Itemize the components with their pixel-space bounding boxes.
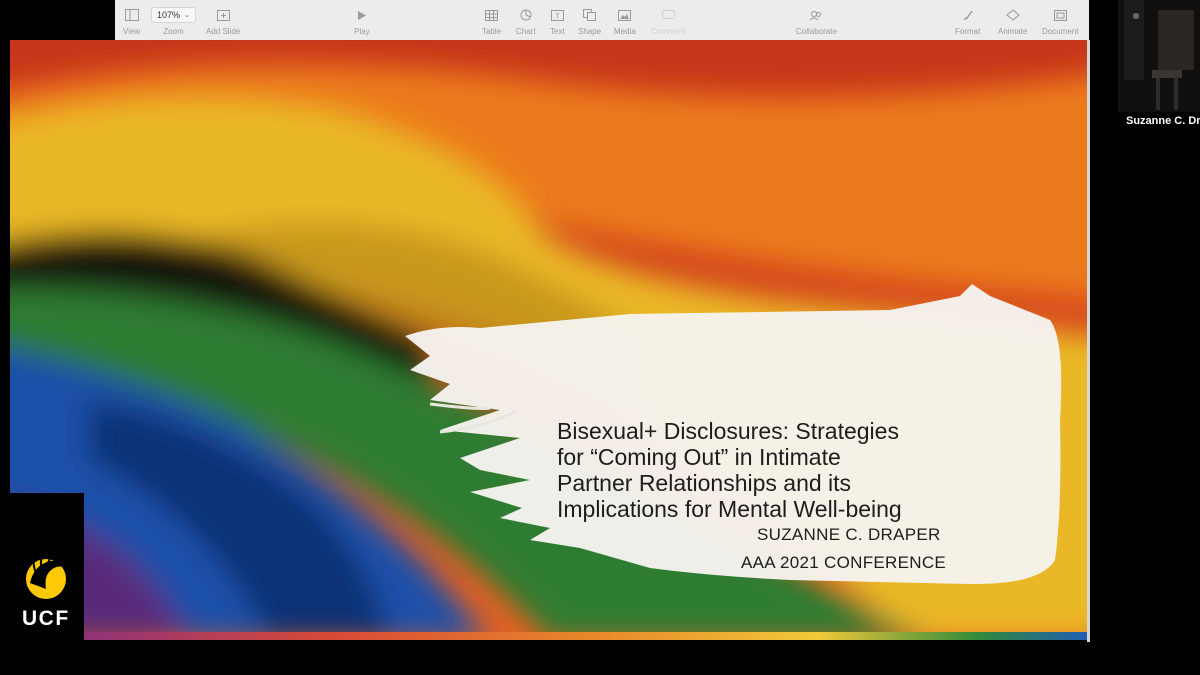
zoom-label: Zoom — [163, 27, 184, 36]
participant-video-feed — [1118, 0, 1200, 112]
svg-text:T: T — [555, 13, 560, 20]
view-button[interactable]: View — [123, 6, 140, 36]
comment-label: Comment — [651, 27, 686, 36]
zoom-select[interactable]: 107% ⌄ — [151, 7, 196, 23]
slide-edge — [1087, 40, 1090, 642]
shape-label: Shape — [578, 27, 602, 36]
chart-icon — [520, 6, 532, 24]
shape-icon — [583, 6, 597, 24]
text-label: Text — [550, 27, 565, 36]
participant-name-label: Suzanne C. Dr — [1126, 115, 1200, 127]
document-icon — [1053, 6, 1067, 24]
table-icon — [485, 6, 499, 24]
title-line: for “Coming Out” in Intimate — [557, 444, 841, 470]
title-line: Implications for Mental Well-being — [557, 496, 902, 522]
slide-canvas[interactable]: Bisexual+ Disclosures: Strategies for “C… — [10, 40, 1087, 640]
rainbow-flag-image — [10, 40, 1087, 640]
collaborate-label: Collaborate — [796, 27, 837, 36]
text-button[interactable]: T Text — [550, 6, 565, 36]
add-slide-icon — [216, 6, 230, 24]
format-button[interactable]: Format — [937, 4, 983, 36]
view-label: View — [123, 27, 141, 36]
slide-author[interactable]: SUZANNE C. DRAPER — [757, 525, 941, 545]
sidebar-icon — [124, 6, 139, 24]
format-selected-bg — [937, 4, 983, 21]
chart-label: Chart — [516, 27, 536, 36]
comment-button[interactable]: Comment — [651, 6, 686, 36]
text-box-icon: T — [550, 6, 564, 24]
keynote-toolbar: View 107% ⌄ Zoom Add Slide Play Table Ch… — [115, 0, 1089, 41]
table-label: Table — [482, 27, 502, 36]
title-line: Partner Relationships and its — [557, 470, 852, 496]
comment-icon — [661, 6, 675, 24]
play-button[interactable]: Play — [354, 6, 370, 36]
ucf-logo-text: UCF — [22, 607, 70, 630]
add-slide-button[interactable]: Add Slide — [206, 6, 240, 36]
zoom-value: 107% — [157, 10, 181, 20]
table-button[interactable]: Table — [482, 6, 501, 36]
chart-button[interactable]: Chart — [516, 6, 536, 36]
play-icon — [357, 6, 367, 24]
participant-video[interactable] — [1118, 0, 1200, 112]
format-label: Format — [955, 27, 981, 36]
collaborate-icon — [809, 6, 823, 24]
rainbow-strip — [10, 632, 1087, 640]
zoom-control[interactable]: 107% ⌄ Zoom — [151, 6, 196, 36]
slide-conference[interactable]: AAA 2021 CONFERENCE — [741, 553, 946, 573]
add-slide-label: Add Slide — [206, 27, 241, 36]
chevron-down-icon: ⌄ — [184, 12, 190, 19]
document-button[interactable]: Document — [1042, 6, 1078, 36]
pegasus-logo-icon — [26, 550, 66, 599]
animate-button[interactable]: Animate — [998, 6, 1027, 36]
document-label: Document — [1042, 27, 1079, 36]
shape-button[interactable]: Shape — [578, 6, 601, 36]
media-button[interactable]: Media — [614, 6, 636, 36]
media-icon — [618, 6, 632, 24]
media-label: Media — [614, 27, 636, 36]
animate-icon — [1005, 6, 1020, 24]
title-line: Bisexual+ Disclosures: Strategies — [557, 418, 899, 444]
collaborate-button[interactable]: Collaborate — [796, 6, 837, 36]
paintbrush-icon — [961, 6, 974, 24]
slide-title[interactable]: Bisexual+ Disclosures: Strategies for “C… — [557, 418, 977, 522]
animate-label: Animate — [998, 27, 1028, 36]
play-label: Play — [354, 27, 370, 36]
ucf-logo — [0, 493, 84, 675]
